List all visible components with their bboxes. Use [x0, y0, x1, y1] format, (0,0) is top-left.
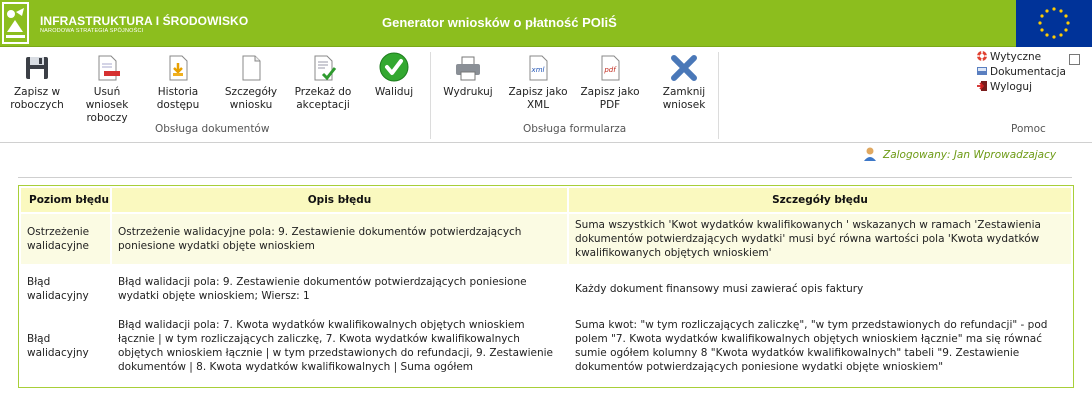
- logout-link[interactable]: Wyloguj: [976, 80, 1086, 95]
- help-panel-checkbox[interactable]: [1069, 54, 1080, 65]
- error-description-cell: Błąd walidacji pola: 7. Kwota wydatków k…: [112, 314, 567, 378]
- svg-text:pdf: pdf: [603, 66, 617, 74]
- header-error-level: Poziom błędu: [21, 188, 110, 212]
- send-for-acceptance-label: Przekaż do akceptacji: [294, 86, 352, 111]
- table-row: Błąd walidacyjny Błąd walidacji pola: 9.…: [21, 266, 1071, 312]
- validation-errors-panel: Poziom błędu Opis błędu Szczegóły błędu …: [18, 185, 1074, 388]
- access-history-button[interactable]: Historia dostępu: [150, 52, 206, 112]
- eu-flag-icon: [1016, 0, 1092, 47]
- error-description-cell: Ostrzeżenie walidacyjne pola: 9. Zestawi…: [112, 214, 567, 264]
- floppy-disk-icon: [26, 57, 48, 79]
- group-label-form: Obsługa formularza: [523, 123, 627, 135]
- save-draft-label: Zapisz w roboczych: [10, 86, 64, 111]
- group-label-documents: Obsługa dokumentów: [155, 123, 270, 135]
- error-details-cell: Suma kwot: "w tym rozliczających zaliczk…: [569, 314, 1071, 378]
- table-row: Błąd walidacyjny Błąd walidacji pola: 7.…: [21, 314, 1071, 378]
- application-details-button[interactable]: Szczegóły wniosku: [222, 52, 280, 112]
- logout-icon: [977, 81, 987, 91]
- save-as-xml-label: Zapisz jako XML: [508, 86, 568, 111]
- validate-label: Waliduj: [374, 86, 414, 98]
- group-separator: [718, 52, 719, 139]
- lifebuoy-icon: [977, 51, 987, 61]
- documentation-label: Dokumentacja: [990, 66, 1066, 78]
- documentation-icon: [977, 67, 987, 75]
- green-check-icon: [379, 52, 409, 82]
- logo-subtitle: NARODOWA STRATEGIA SPÓJNOŚCI: [40, 28, 144, 34]
- group-label-help: Pomoc: [1011, 123, 1046, 135]
- error-description-cell: Błąd walidacji pola: 9. Zestawienie doku…: [112, 266, 567, 312]
- header-error-details: Szczegóły błędu: [569, 188, 1071, 212]
- guidelines-label: Wytyczne: [990, 51, 1042, 63]
- send-for-acceptance-button[interactable]: Przekaż do akceptacji: [290, 52, 356, 112]
- xml-file-icon: xml: [529, 55, 548, 81]
- close-application-label: Zamknij wniosek: [662, 86, 706, 111]
- validate-button[interactable]: Waliduj: [368, 52, 420, 99]
- save-as-pdf-button[interactable]: pdf Zapisz jako PDF: [578, 52, 642, 112]
- printer-icon: [456, 56, 480, 81]
- error-level-cell: Błąd walidacyjny: [21, 266, 110, 312]
- access-history-label: Historia dostępu: [156, 86, 200, 111]
- save-draft-button[interactable]: Zapisz w roboczych: [8, 52, 66, 112]
- group-separator: [430, 52, 431, 139]
- svg-text:xml: xml: [531, 66, 545, 74]
- logout-label: Wyloguj: [990, 81, 1032, 93]
- logged-in-user: Zalogowany: Jan Wprowadzajacy: [862, 146, 1056, 162]
- save-as-xml-button[interactable]: xml Zapisz jako XML: [506, 52, 570, 112]
- close-application-button[interactable]: Zamknij wniosek: [656, 52, 712, 112]
- logo-title: INFRASTRUKTURA I ŚRODOWISKO: [40, 14, 249, 28]
- divider: [18, 177, 1072, 178]
- save-as-pdf-label: Zapisz jako PDF: [580, 86, 640, 111]
- app-title: Generator wniosków o płatność POIiŚ: [382, 15, 617, 30]
- delete-draft-button[interactable]: Usuń wniosek roboczy: [80, 52, 134, 125]
- error-level-cell: Ostrzeżenie walidacyjne: [21, 214, 110, 264]
- error-details-cell: Suma wszystkich 'Kwot wydatków kwalifiko…: [569, 214, 1071, 264]
- pdf-file-icon: pdf: [601, 55, 620, 81]
- validation-errors-table: Poziom błędu Opis błędu Szczegóły błędu …: [19, 186, 1073, 380]
- blank-document-icon: [242, 55, 261, 81]
- history-document-icon: [169, 55, 188, 81]
- documentation-link[interactable]: Dokumentacja: [976, 65, 1086, 80]
- print-label: Wydrukuj: [443, 86, 493, 98]
- logo-emblem-icon: [2, 2, 29, 44]
- error-details-cell: Każdy dokument finansowy musi zawierać o…: [569, 266, 1071, 312]
- logged-in-user-text: Zalogowany: Jan Wprowadzajacy: [883, 149, 1057, 161]
- document-check-icon: [314, 55, 337, 81]
- table-row: Ostrzeżenie walidacyjne Ostrzeżenie wali…: [21, 214, 1071, 264]
- application-details-label: Szczegóły wniosku: [224, 86, 278, 111]
- user-icon: [864, 147, 876, 161]
- print-button[interactable]: Wydrukuj: [440, 52, 496, 99]
- ribbon-toolbar: Zapisz w roboczych Usuń wniosek roboczy …: [0, 48, 1092, 143]
- close-x-icon: [671, 55, 697, 81]
- delete-draft-label: Usuń wniosek roboczy: [85, 86, 129, 124]
- delete-document-icon: [98, 55, 120, 81]
- error-level-cell: Błąd walidacyjny: [21, 314, 110, 378]
- app-header: INFRASTRUKTURA I ŚRODOWISKO NARODOWA STR…: [0, 0, 1092, 47]
- header-error-description: Opis błędu: [112, 188, 567, 212]
